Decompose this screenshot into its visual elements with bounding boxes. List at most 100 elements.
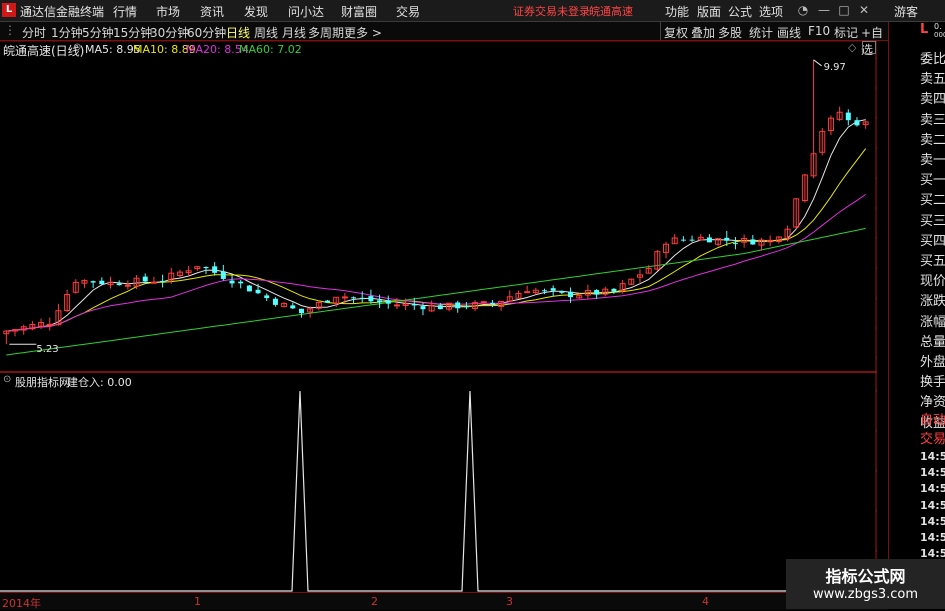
minimize-icon[interactable]: —	[816, 2, 832, 18]
menu-gongshi[interactable]: 公式	[728, 3, 752, 20]
menu-wenxiaoda[interactable]: 问小达	[288, 3, 324, 20]
candlestick	[20, 324, 27, 335]
btn-tongji[interactable]: 统计	[749, 24, 773, 41]
candlestick	[212, 262, 218, 276]
menu-hangqing[interactable]: 行情	[113, 3, 137, 20]
quote-panel-item[interactable]: 总量	[920, 331, 945, 350]
chart-window-icon[interactable]	[862, 41, 876, 54]
quote-panel-item[interactable]: 自动	[920, 409, 945, 428]
candlestick	[325, 300, 330, 303]
candle-body	[542, 290, 547, 292]
quote-panel-item[interactable]: 交易	[920, 428, 945, 447]
quote-panel: L 0. 000 委比卖五卖四卖三卖二卖一买一买二买三买四买五现价涨跌涨幅总量外…	[888, 22, 945, 609]
quote-panel-item[interactable]: 买四	[920, 230, 945, 249]
btn-huaxian[interactable]: 画线	[777, 24, 801, 41]
candle-body	[99, 280, 105, 285]
menu-zixun[interactable]: 资讯	[200, 3, 224, 20]
candlestick	[854, 117, 860, 127]
candlestick	[654, 249, 661, 271]
tab-monthly[interactable]: 月线	[282, 24, 306, 41]
menu-gongneng[interactable]: 功能	[665, 3, 689, 20]
candlestick	[671, 234, 678, 245]
login-warning[interactable]: 证券交易未登录	[513, 3, 590, 19]
quote-panel-item[interactable]: 外盘	[920, 351, 945, 370]
quote-panel-item[interactable]: 买一	[920, 169, 945, 188]
candle-body	[480, 301, 487, 304]
btn-duogu[interactable]: 多股	[718, 24, 742, 41]
candle-body	[550, 288, 556, 291]
tab-daily[interactable]: 日线	[226, 24, 250, 41]
btn-f10[interactable]: F10	[808, 24, 830, 38]
candlestick	[272, 297, 278, 307]
candle-body	[150, 281, 157, 284]
candle-body	[290, 305, 296, 309]
quote-panel-item[interactable]: 买五	[920, 250, 945, 269]
candlestick	[368, 289, 374, 304]
btn-fuquan[interactable]: 复权	[664, 24, 688, 41]
trade-time-item: 14:56	[920, 498, 945, 512]
candlestick	[46, 317, 53, 331]
tab-15min[interactable]: 15分钟	[113, 24, 152, 41]
candlestick	[264, 293, 270, 301]
quote-panel-item[interactable]: 卖五	[920, 68, 945, 87]
candlestick	[220, 264, 226, 281]
candlestick	[636, 269, 643, 283]
tab-60min[interactable]: 60分钟	[187, 24, 226, 41]
candle-body	[524, 291, 531, 294]
btn-diejia[interactable]: 叠加	[691, 24, 715, 41]
tab-more[interactable]: 更多 >	[344, 24, 382, 41]
quote-panel-item[interactable]: 现价	[920, 270, 945, 289]
candle-body	[255, 289, 261, 294]
quote-panel-item[interactable]: 换手	[920, 371, 945, 390]
quote-panel-item[interactable]: 卖一	[920, 149, 945, 168]
watermark-title: 指标公式网	[825, 567, 906, 586]
trade-time-item: 14:56	[920, 450, 945, 463]
candle-body	[238, 281, 244, 284]
quote-panel-item[interactable]: 卖三	[920, 109, 945, 128]
menu-xuanxiang[interactable]: 选项	[759, 3, 783, 20]
candle-body	[706, 237, 712, 243]
candlestick	[680, 236, 686, 242]
tab-1min[interactable]: 1分钟	[51, 24, 83, 41]
skin-icon[interactable]: ◔	[795, 2, 811, 18]
candlestick	[150, 276, 157, 284]
close-icon[interactable]: ✕	[856, 2, 872, 18]
price-chart-area[interactable]: 10.009.509.008.508.007.507.006.506.005.5…	[0, 41, 877, 592]
user-label[interactable]: 游客	[894, 3, 918, 20]
candlestick	[290, 302, 296, 310]
chart-settings-icon[interactable]: ⊙	[73, 42, 81, 53]
stock-name-header: 皖通高速	[589, 5, 633, 18]
candlestick	[29, 320, 36, 331]
candle-body	[420, 306, 426, 310]
btn-biaoji[interactable]: 标记	[834, 24, 858, 41]
tab-fenshi[interactable]: 分时	[22, 24, 46, 41]
menu-faxian[interactable]: 发现	[244, 3, 268, 20]
quote-panel-item[interactable]: 卖二	[920, 129, 945, 148]
menu-caifuquan[interactable]: 财富圈	[341, 3, 377, 20]
menu-banmian[interactable]: 版面	[697, 3, 721, 20]
candlestick	[663, 241, 670, 259]
quote-panel-item[interactable]: 涨跌	[920, 290, 945, 309]
candlestick	[176, 269, 183, 278]
menu-shichang[interactable]: 市场	[156, 3, 180, 20]
candlestick	[793, 198, 800, 230]
candle-body	[680, 239, 686, 241]
quote-panel-item[interactable]: 涨幅	[920, 311, 945, 330]
tab-multi-period[interactable]: 多周期	[308, 24, 344, 41]
candlestick	[810, 59, 817, 179]
ma20-line	[6, 193, 866, 332]
chart-diamond-icon[interactable]: ◇	[848, 41, 856, 54]
quote-panel-item[interactable]: 买三	[920, 210, 945, 229]
quote-panel-item[interactable]: 净资	[920, 391, 945, 410]
quote-panel-item[interactable]: 卖四	[920, 88, 945, 107]
tab-5min[interactable]: 5分钟	[82, 24, 114, 41]
tab-weekly[interactable]: 周线	[254, 24, 278, 41]
maximize-icon[interactable]: □	[836, 2, 852, 18]
tab-30min[interactable]: 30分钟	[150, 24, 189, 41]
trade-time-item: 14:56	[920, 531, 945, 544]
quote-panel-item[interactable]: 买二	[920, 189, 945, 208]
indicator-settings-icon[interactable]: ⊙	[3, 374, 11, 385]
trade-time-item: 14:56	[920, 514, 945, 528]
quote-panel-item[interactable]: 委比	[920, 48, 945, 67]
menu-jiaoyi[interactable]: 交易	[396, 3, 420, 20]
